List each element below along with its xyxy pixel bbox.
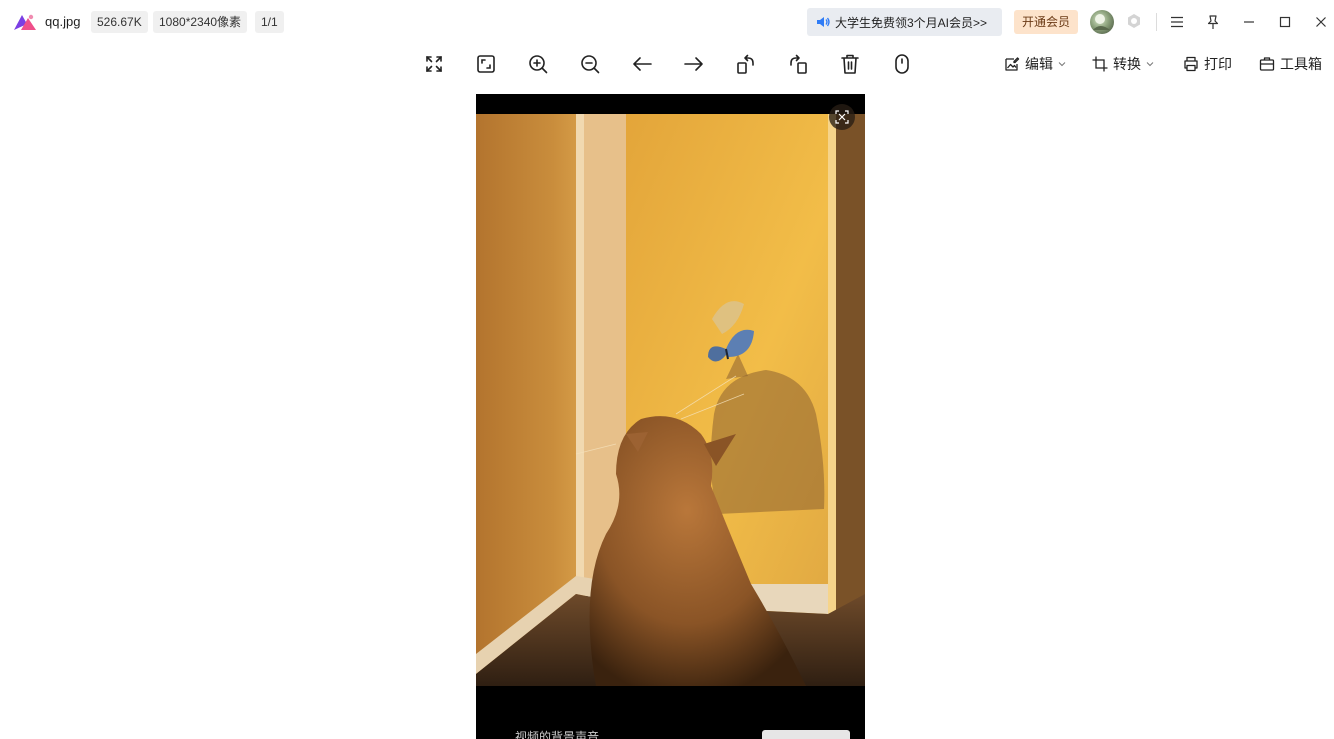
rotate-left-icon[interactable] [733, 51, 759, 77]
toolbox-label: 工具箱 [1280, 56, 1322, 72]
image-dimensions-badge: 1080*2340像素 [153, 11, 248, 33]
pin-icon[interactable] [1203, 12, 1223, 32]
rotate-right-icon[interactable] [785, 51, 811, 77]
badge-icon[interactable] [1126, 13, 1142, 29]
avatar[interactable] [1090, 10, 1114, 34]
promo-text: 大学生免费领3个月AI会员>> [835, 15, 988, 30]
cat-butterfly-photo [476, 114, 865, 686]
speaker-icon [817, 17, 830, 27]
maximize-icon[interactable] [1275, 12, 1295, 32]
toolbox-button[interactable]: 工具箱 [1259, 53, 1322, 75]
close-icon[interactable] [1311, 12, 1331, 32]
minimize-icon[interactable] [1239, 12, 1259, 32]
edit-menu[interactable]: 编辑 [1004, 53, 1066, 75]
image-fullscreen-icon[interactable] [829, 104, 855, 130]
image-inner-button [762, 730, 850, 739]
file-size-badge: 526.67K [91, 11, 148, 33]
menu-icon[interactable] [1167, 12, 1187, 32]
image-caption: 视频的背景声音 [515, 730, 600, 739]
edit-label: 编辑 [1025, 56, 1053, 72]
fit-window-icon[interactable] [473, 51, 499, 77]
edit-image-icon [1005, 57, 1020, 71]
print-label: 打印 [1204, 56, 1232, 72]
fullscreen-icon[interactable] [421, 51, 447, 77]
app-logo-icon [13, 12, 37, 32]
file-name: qq.jpg [45, 14, 81, 29]
promo-banner[interactable]: 大学生免费领3个月AI会员>> [807, 8, 1002, 36]
crop-icon [1092, 56, 1108, 72]
page-counter-badge: 1/1 [255, 11, 284, 33]
mouse-icon[interactable] [889, 51, 915, 77]
zoom-in-icon[interactable] [525, 51, 551, 77]
toolbox-icon [1259, 57, 1275, 71]
chevron-down-icon [1058, 62, 1066, 67]
title-bar: qq.jpg 526.67K 1080*2340像素 1/1 大学生免费领3个月… [0, 0, 1334, 44]
zoom-out-icon[interactable] [577, 51, 603, 77]
delete-icon[interactable] [837, 51, 863, 77]
chevron-down-icon [1146, 62, 1154, 67]
divider [1156, 13, 1157, 31]
printer-icon [1184, 56, 1198, 72]
convert-menu[interactable]: 转换 [1092, 53, 1154, 75]
next-icon[interactable] [681, 51, 707, 77]
previous-icon[interactable] [629, 51, 655, 77]
open-vip-button[interactable]: 开通会员 [1014, 10, 1078, 34]
convert-label: 转换 [1113, 56, 1141, 72]
print-button[interactable]: 打印 [1183, 53, 1232, 75]
image-canvas[interactable]: 视频的背景声音 [476, 94, 865, 739]
